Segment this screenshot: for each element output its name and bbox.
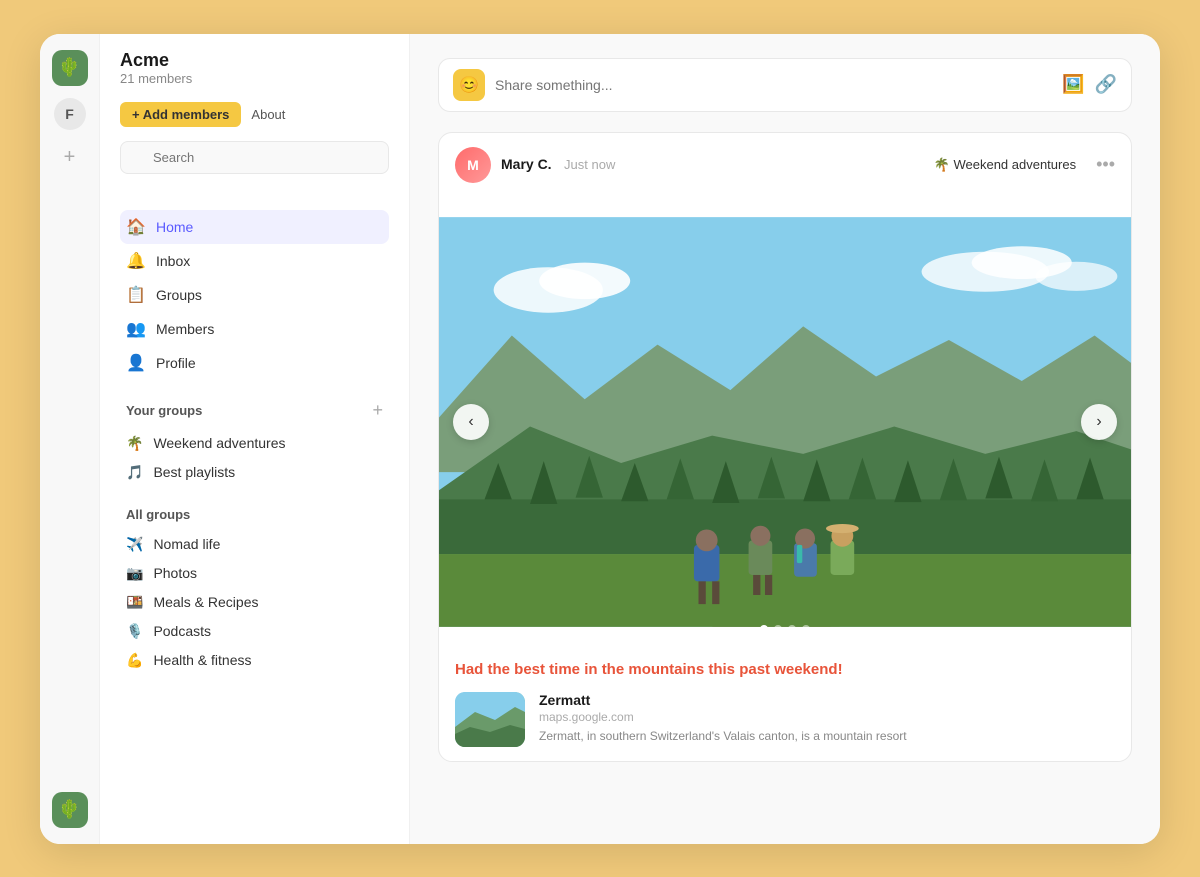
group-label: Best playlists: [153, 464, 235, 480]
sidebar-item-home[interactable]: 🏠 Home: [120, 210, 389, 244]
sidebar-item-groups[interactable]: 📋 Groups: [120, 278, 389, 312]
groups-icon: 📋: [126, 285, 146, 305]
group-icon: 🌴: [126, 435, 143, 452]
sidebar: 🌵 F + 🌵 Acme 21 members + Add members Ab…: [40, 34, 410, 844]
share-input[interactable]: [495, 77, 1052, 93]
post-link-preview[interactable]: Zermatt maps.google.com Zermatt, in sout…: [439, 678, 1131, 761]
add-group-button[interactable]: +: [372, 400, 383, 421]
group-icon: 🎵: [126, 464, 143, 481]
main-content: 😊 🖼️ 🔗 M Mary C. Just now 🌴 Weekend adve…: [410, 34, 1160, 844]
share-link-button[interactable]: 🔗: [1095, 74, 1117, 95]
org-members: 21 members: [120, 71, 389, 86]
all-group-item[interactable]: 💪 Health & fitness: [120, 646, 389, 675]
inbox-icon: 🔔: [126, 251, 146, 271]
members-icon: 👥: [126, 319, 146, 339]
link-title: Zermatt: [539, 692, 907, 708]
all-groups-label: All groups: [126, 507, 190, 522]
post-author-avatar: M: [455, 147, 491, 183]
your-group-item[interactable]: 🌴 Weekend adventures: [120, 429, 389, 458]
all-group-item[interactable]: 🍱 Meals & Recipes: [120, 588, 389, 617]
group-icon: 🎙️: [126, 623, 143, 640]
sidebar-item-label: Inbox: [156, 253, 190, 269]
carousel-dot-2[interactable]: [774, 625, 782, 633]
group-icon: 🍱: [126, 594, 143, 611]
post-author-info: Mary C. Just now: [501, 156, 615, 174]
share-bar: 😊 🖼️ 🔗: [438, 58, 1132, 112]
your-groups-list: 🌴 Weekend adventures 🎵 Best playlists: [120, 429, 389, 487]
group-icon: 📷: [126, 565, 143, 582]
sidebar-item-inbox[interactable]: 🔔 Inbox: [120, 244, 389, 278]
sidebar-nav: Acme 21 members + Add members About 🔍 🏠 H…: [100, 34, 409, 844]
about-link[interactable]: About: [251, 107, 285, 122]
group-icon: ✈️: [126, 536, 143, 553]
link-desc: Zermatt, in southern Switzerland's Valai…: [539, 728, 907, 745]
link-info: Zermatt maps.google.com Zermatt, in sout…: [539, 692, 907, 745]
your-groups-label: Your groups: [126, 403, 202, 418]
post-more-button[interactable]: •••: [1096, 154, 1115, 175]
all-group-item[interactable]: 📷 Photos: [120, 559, 389, 588]
carousel-dots: [760, 625, 810, 633]
sidebar-icon-strip: 🌵 F + 🌵: [40, 34, 100, 844]
group-icon: 💪: [126, 652, 143, 669]
post-header: M Mary C. Just now 🌴 Weekend adventures …: [439, 133, 1131, 197]
link-thumbnail: [455, 692, 525, 747]
all-groups-list: ✈️ Nomad life 📷 Photos 🍱 Meals & Recipes 🎙️ Pod…: [120, 530, 389, 675]
search-input[interactable]: [120, 141, 389, 174]
add-workspace-button[interactable]: +: [54, 142, 86, 174]
all-group-item[interactable]: 🎙️ Podcasts: [120, 617, 389, 646]
add-members-button[interactable]: + Add members: [120, 102, 241, 127]
post-image-container: ‹ ›: [439, 197, 1131, 647]
share-image-button[interactable]: 🖼️: [1062, 74, 1084, 95]
home-icon: 🏠: [126, 217, 146, 237]
group-label: Health & fitness: [153, 652, 251, 668]
group-label: Weekend adventures: [153, 435, 285, 451]
share-avatar: 😊: [453, 69, 485, 101]
your-groups-header: Your groups +: [120, 400, 389, 421]
link-thumb-image: [455, 692, 525, 747]
sidebar-item-label: Members: [156, 321, 214, 337]
sidebar-item-label: Home: [156, 219, 193, 235]
group-label: Photos: [153, 565, 197, 581]
carousel-prev-button[interactable]: ‹: [453, 404, 489, 440]
carousel-dot-4[interactable]: [802, 625, 810, 633]
app-logo[interactable]: 🌵: [52, 50, 88, 86]
all-groups-header: All groups: [120, 507, 389, 522]
sidebar-item-label: Groups: [156, 287, 202, 303]
app-logo-bottom[interactable]: 🌵: [52, 792, 88, 828]
org-header: Acme 21 members: [120, 50, 389, 86]
sidebar-item-members[interactable]: 👥 Members: [120, 312, 389, 346]
post-image: [439, 197, 1131, 647]
carousel-dot-1[interactable]: [760, 625, 768, 633]
sidebar-item-profile[interactable]: 👤 Profile: [120, 346, 389, 380]
org-name: Acme: [120, 50, 389, 71]
post-caption: Had the best time in the mountains this …: [439, 647, 1131, 678]
nav-items-list: 🏠 Home 🔔 Inbox 📋 Groups 👥 Members 👤 Profile: [120, 210, 389, 380]
post-card: M Mary C. Just now 🌴 Weekend adventures …: [438, 132, 1132, 762]
your-group-item[interactable]: 🎵 Best playlists: [120, 458, 389, 487]
link-url: maps.google.com: [539, 710, 907, 724]
group-label: Nomad life: [153, 536, 220, 552]
org-actions: + Add members About: [120, 102, 389, 127]
search-wrapper: 🔍: [120, 141, 389, 192]
group-label: Meals & Recipes: [153, 594, 258, 610]
group-label: Podcasts: [153, 623, 211, 639]
all-group-item[interactable]: ✈️ Nomad life: [120, 530, 389, 559]
sidebar-item-label: Profile: [156, 355, 196, 371]
post-time: Just now: [564, 157, 615, 172]
carousel-next-button[interactable]: ›: [1081, 404, 1117, 440]
post-author-name: Mary C.: [501, 156, 552, 172]
app-window: 🌵 F + 🌵 Acme 21 members + Add members Ab…: [40, 34, 1160, 844]
post-group-tag[interactable]: 🌴 Weekend adventures: [934, 157, 1076, 173]
carousel-dot-3[interactable]: [788, 625, 796, 633]
profile-icon: 👤: [126, 353, 146, 373]
workspace-icon[interactable]: F: [54, 98, 86, 130]
